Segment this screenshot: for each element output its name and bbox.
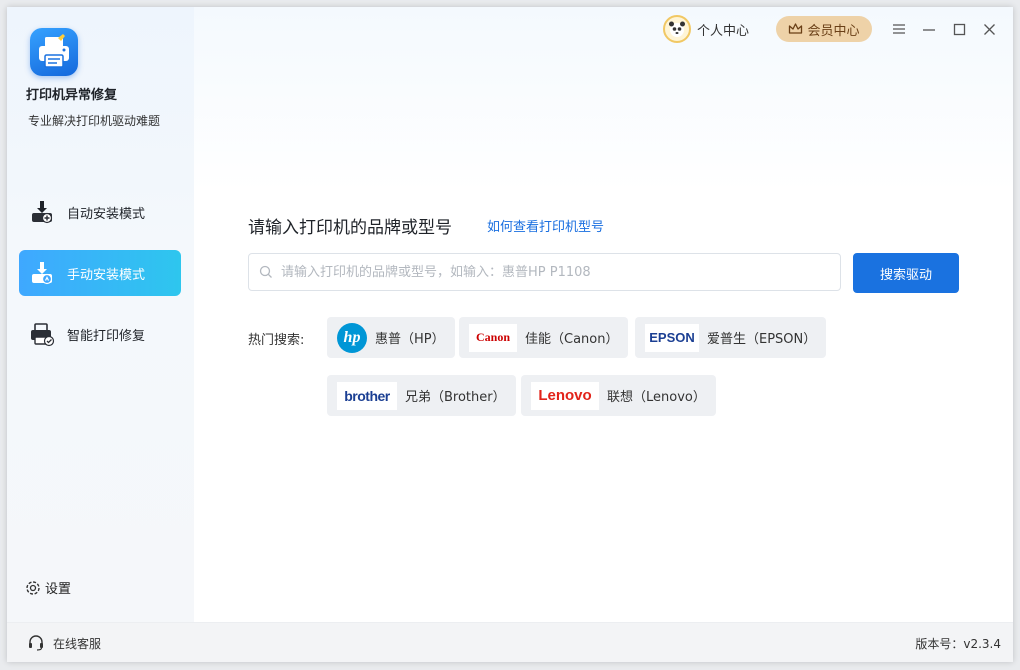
- app-window: 打印机异常修复 专业解决打印机驱动难题 自动安装模式 手动安装模式 智能打印修复…: [7, 7, 1013, 662]
- epson-logo-text: EPSON: [649, 330, 695, 345]
- settings-label: 设置: [45, 582, 72, 597]
- brother-logo: brother: [337, 381, 397, 410]
- footer-bar: 在线客服 版本号：v2.3.4: [7, 622, 1013, 662]
- lenovo-logo-text: Lenovo: [538, 387, 592, 404]
- headset-icon: [27, 634, 45, 652]
- sidebar: 打印机异常修复 专业解决打印机驱动难题 自动安装模式 手动安装模式 智能打印修复…: [7, 7, 194, 622]
- brand-label: 惠普（HP）: [375, 332, 445, 347]
- canon-logo: Canon: [469, 323, 517, 352]
- maximize-icon: [953, 23, 966, 36]
- version-label: 版本号：v2.3.4: [915, 637, 1001, 651]
- brand-chip-hp[interactable]: hp 惠普（HP）: [327, 317, 455, 358]
- search-driver-button[interactable]: 搜索驱动: [853, 253, 959, 293]
- close-icon: [983, 23, 996, 36]
- search-box: [248, 253, 841, 291]
- brand-label: 佳能（Canon）: [525, 332, 619, 347]
- search-icon: [259, 265, 273, 279]
- brand-chip-lenovo[interactable]: Lenovo 联想（Lenovo）: [521, 375, 716, 416]
- search-heading: 请输入打印机的品牌或型号: [248, 218, 452, 238]
- vip-center-button[interactable]: 会员中心: [776, 16, 872, 42]
- search-input[interactable]: [279, 263, 840, 281]
- sidebar-item-smart-repair[interactable]: 智能打印修复: [19, 311, 181, 357]
- sidebar-item-label: 手动安装模式: [67, 267, 146, 283]
- printer-app-logo: [30, 28, 78, 76]
- online-service-label: 在线客服: [53, 636, 102, 651]
- maximize-button[interactable]: [951, 21, 967, 37]
- menu-button[interactable]: [891, 21, 907, 37]
- minimize-icon: [922, 23, 936, 35]
- lenovo-logo: Lenovo: [531, 381, 599, 410]
- brand-label: 爱普生（EPSON）: [707, 332, 817, 347]
- sidebar-item-label: 自动安装模式: [67, 206, 146, 222]
- hp-logo: hp: [337, 322, 367, 353]
- brother-logo-text: brother: [344, 387, 390, 404]
- brand-chip-brother[interactable]: brother 兄弟（Brother）: [327, 375, 516, 416]
- gear-icon: [24, 579, 42, 597]
- minimize-button[interactable]: [921, 21, 937, 37]
- hp-logo-text: hp: [343, 328, 361, 346]
- brand-label: 联想（Lenovo）: [607, 390, 706, 405]
- menu-icon: [892, 23, 906, 35]
- app-subtitle: 专业解决打印机驱动难题: [28, 114, 161, 128]
- canon-logo-text: Canon: [475, 330, 510, 344]
- app-title: 打印机异常修复: [26, 88, 118, 103]
- howto-check-model-link[interactable]: 如何查看打印机型号: [487, 216, 604, 235]
- smart-repair-icon: [29, 321, 55, 347]
- avatar: [663, 15, 691, 43]
- settings-button[interactable]: 设置: [24, 578, 71, 597]
- manual-install-icon: [29, 260, 55, 286]
- close-button[interactable]: [981, 21, 997, 37]
- sidebar-item-auto-install[interactable]: 自动安装模式: [19, 189, 181, 235]
- sidebar-item-label: 智能打印修复: [67, 328, 146, 344]
- brand-chip-canon[interactable]: Canon 佳能（Canon）: [459, 317, 629, 358]
- hot-search-label: 热门搜索:: [248, 333, 305, 348]
- user-center-button[interactable]: 个人中心: [663, 15, 749, 43]
- auto-install-icon: [29, 199, 55, 225]
- crown-icon: [788, 22, 803, 36]
- epson-logo: EPSON: [645, 323, 699, 352]
- sidebar-item-manual-install[interactable]: 手动安装模式: [19, 250, 181, 296]
- online-service-button[interactable]: 在线客服: [27, 634, 101, 652]
- main-panel: 个人中心 会员中心 请输入打印机的品牌或型号 如何查看打印机型号 请输入打印机的…: [194, 7, 1013, 622]
- brand-chip-epson[interactable]: EPSON 爱普生（EPSON）: [635, 317, 827, 358]
- vip-center-label: 会员中心: [807, 23, 860, 39]
- user-center-label: 个人中心: [697, 23, 750, 39]
- brand-label: 兄弟（Brother）: [405, 390, 506, 405]
